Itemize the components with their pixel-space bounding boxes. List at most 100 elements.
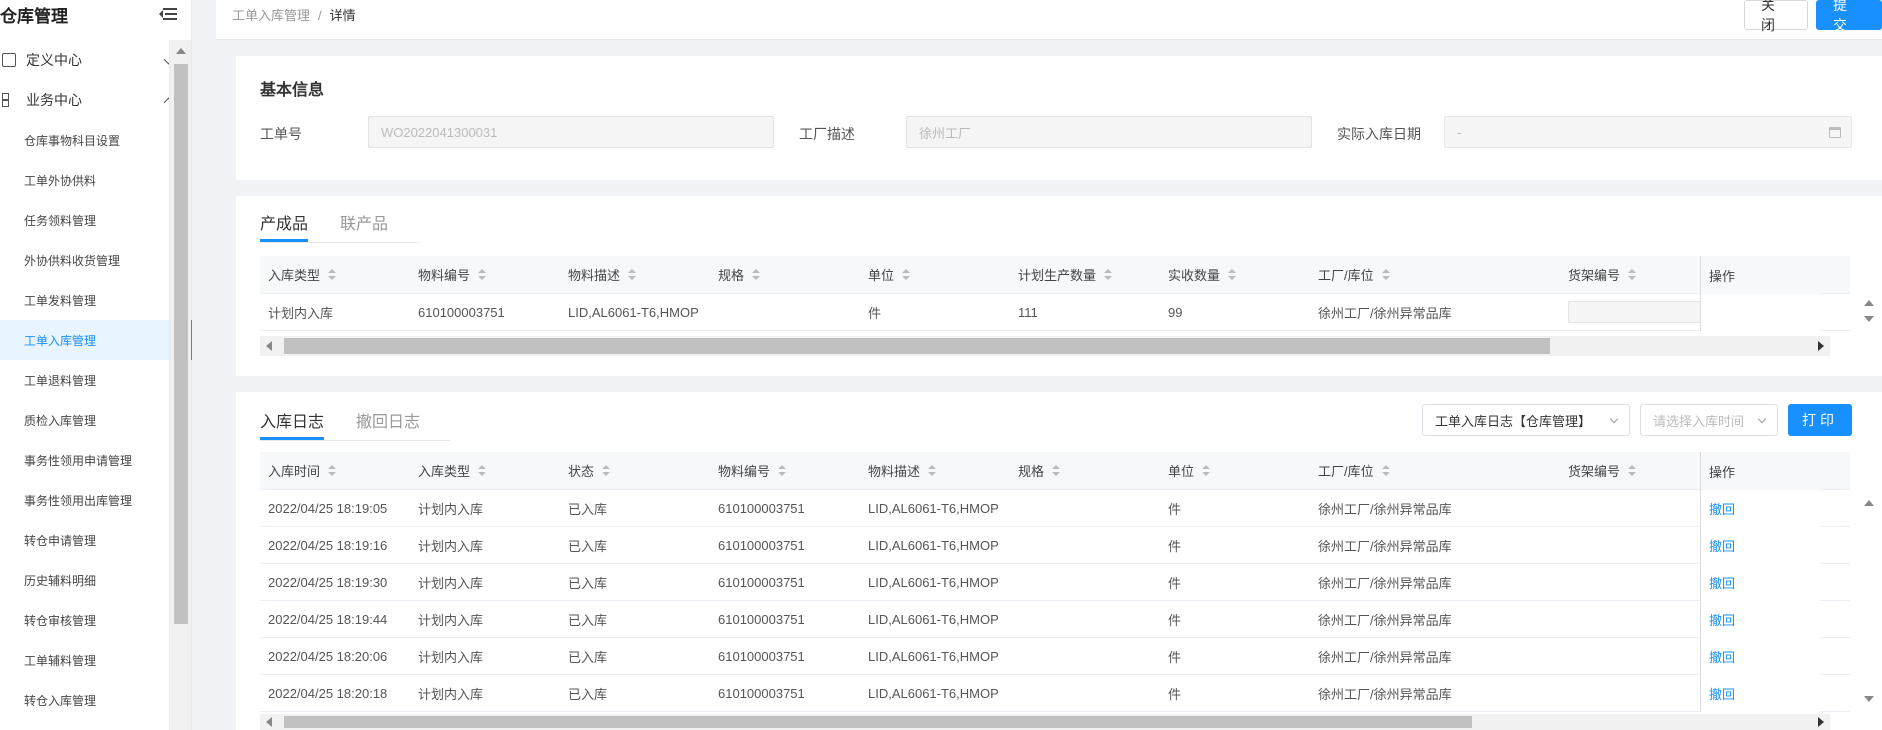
tab-inbound-log[interactable]: 入库日志 (260, 400, 325, 440)
sort-icon[interactable] (1381, 268, 1390, 281)
scrollbar-thumb[interactable] (284, 338, 1550, 354)
cell-received-qty: 99 (1168, 304, 1183, 320)
work-order-label: 工单号 (260, 126, 302, 142)
sidebar-item[interactable]: 工单退料管理 (0, 360, 192, 400)
factory-desc-input[interactable]: 徐州工厂 (906, 116, 1312, 148)
scroll-right-arrow-icon[interactable] (1818, 717, 1824, 727)
sort-icon[interactable] (1202, 464, 1211, 477)
sort-icon[interactable] (328, 464, 337, 477)
scroll-left-arrow-icon[interactable] (266, 717, 272, 727)
scroll-down-arrow-icon[interactable] (1864, 316, 1874, 322)
column-header[interactable]: 物料编号 (710, 452, 860, 489)
sidebar-item[interactable]: 转仓申请管理 (0, 520, 192, 560)
cell-material-no: 610100003751 (718, 611, 805, 627)
report-select-value: 工单入库日志【仓库管理】 (1435, 413, 1592, 429)
sidebar-item[interactable]: 质检入库管理 (0, 400, 192, 440)
sort-icon[interactable] (752, 268, 761, 281)
column-header[interactable]: 工厂/库位 (1310, 256, 1560, 293)
sidebar-item-active[interactable]: 工单入库管理 (0, 320, 192, 360)
product-card: 产成品 联产品 入库类型 物料编号 物料描述 规格 单位 计划生产数量 实收数量… (236, 196, 1882, 376)
column-header[interactable]: 物料描述 (560, 256, 710, 293)
revoke-link[interactable]: 撤回 (1709, 647, 1735, 666)
collapse-menu-icon[interactable] (159, 6, 179, 22)
breadcrumb-parent[interactable]: 工单入库管理 (232, 8, 310, 23)
sort-icon[interactable] (928, 464, 937, 477)
cell-actions: 撤回 (1700, 564, 1820, 601)
sort-icon[interactable] (1628, 268, 1637, 281)
sort-icon[interactable] (628, 268, 637, 281)
sidebar-item[interactable]: 转仓入库管理 (0, 680, 192, 720)
sidebar-item[interactable]: 工单发料管理 (0, 280, 192, 320)
sort-icon[interactable] (478, 464, 487, 477)
sidebar-item[interactable]: 仓库事物科目设置 (0, 120, 192, 160)
tab-co-product[interactable]: 联产品 (340, 202, 388, 242)
column-header[interactable]: 入库类型 (410, 452, 560, 489)
sidebar-item[interactable]: 工单外协供料 (0, 160, 192, 200)
scrollbar-thumb[interactable] (174, 64, 188, 624)
close-button[interactable]: 关闭 (1744, 0, 1808, 33)
breadcrumb: 工单入库管理 / 详情 (232, 5, 356, 24)
sidebar-scrollbar[interactable] (169, 40, 191, 730)
scroll-up-arrow-icon[interactable] (176, 48, 186, 54)
cell-actions: 撤回 (1700, 601, 1820, 638)
sort-icon[interactable] (902, 268, 911, 281)
actual-date-picker[interactable]: - (1444, 116, 1852, 148)
sort-icon[interactable] (478, 268, 487, 281)
column-header[interactable]: 入库时间 (260, 452, 410, 489)
scroll-left-arrow-icon[interactable] (266, 341, 272, 351)
log-table-hscroll[interactable] (260, 714, 1830, 730)
submit-button[interactable]: 提交 (1816, 0, 1882, 33)
cell-unit: 件 (1168, 575, 1182, 591)
menu-group-definition[interactable]: 定义中心 (0, 40, 192, 80)
sort-icon[interactable] (1052, 464, 1061, 477)
tab-finished-product[interactable]: 产成品 (260, 202, 309, 242)
sort-icon[interactable] (1104, 268, 1113, 281)
sort-icon[interactable] (602, 464, 611, 477)
column-header[interactable]: 实收数量 (1160, 256, 1310, 293)
cell-type: 计划内入库 (418, 575, 484, 591)
revoke-link[interactable]: 撤回 (1709, 573, 1735, 592)
scroll-up-arrow-icon[interactable] (1864, 500, 1874, 506)
product-table-vscroll[interactable] (1854, 256, 1882, 334)
column-header[interactable]: 计划生产数量 (1010, 256, 1160, 293)
column-header[interactable]: 入库类型 (260, 256, 410, 293)
column-header[interactable]: 状态 (560, 452, 710, 489)
sort-icon[interactable] (778, 464, 787, 477)
sidebar-item[interactable]: 工单辅料管理 (0, 640, 192, 680)
revoke-link[interactable]: 撤回 (1709, 684, 1735, 703)
sort-icon[interactable] (1228, 268, 1237, 281)
scroll-right-arrow-icon[interactable] (1818, 341, 1824, 351)
product-table-hscroll[interactable] (260, 336, 1830, 356)
sidebar-item[interactable]: 外协供料收货管理 (0, 240, 192, 280)
scroll-down-arrow-icon[interactable] (1864, 696, 1874, 702)
sidebar-item[interactable]: 事务性领用出库管理 (0, 480, 192, 520)
column-header[interactable]: 物料编号 (410, 256, 560, 293)
report-select[interactable]: 工单入库日志【仓库管理】 (1422, 404, 1630, 436)
revoke-link[interactable]: 撤回 (1709, 499, 1735, 518)
column-header[interactable]: 物料描述 (860, 452, 1010, 489)
revoke-link[interactable]: 撤回 (1709, 610, 1735, 629)
sidebar-item[interactable]: 转仓审核管理 (0, 600, 192, 640)
sort-icon[interactable] (328, 268, 337, 281)
scrollbar-thumb[interactable] (284, 716, 1472, 728)
tab-revoke-log[interactable]: 撤回日志 (356, 400, 420, 440)
revoke-link[interactable]: 撤回 (1709, 536, 1735, 555)
log-table-vscroll[interactable] (1854, 490, 1882, 714)
column-header[interactable]: 单位 (1160, 452, 1310, 489)
sort-icon[interactable] (1628, 464, 1637, 477)
sort-icon[interactable] (1381, 464, 1390, 477)
cell-spec (1010, 564, 1160, 600)
cell-status: 已入库 (568, 649, 608, 665)
time-select[interactable]: 请选择入库时间 (1640, 404, 1778, 436)
sidebar-item[interactable]: 历史辅料明细 (0, 560, 192, 600)
column-header[interactable]: 单位 (860, 256, 1010, 293)
menu-group-business[interactable]: 业务中心 (0, 80, 192, 120)
column-header[interactable]: 规格 (710, 256, 860, 293)
sidebar-item[interactable]: 任务领料管理 (0, 200, 192, 240)
work-order-input[interactable]: WO2022041300031 (368, 116, 774, 148)
column-header[interactable]: 工厂/库位 (1310, 452, 1560, 489)
print-button[interactable]: 打印 (1788, 404, 1852, 436)
column-header[interactable]: 规格 (1010, 452, 1160, 489)
sidebar-item[interactable]: 事务性领用申请管理 (0, 440, 192, 480)
scroll-up-arrow-icon[interactable] (1864, 300, 1874, 306)
